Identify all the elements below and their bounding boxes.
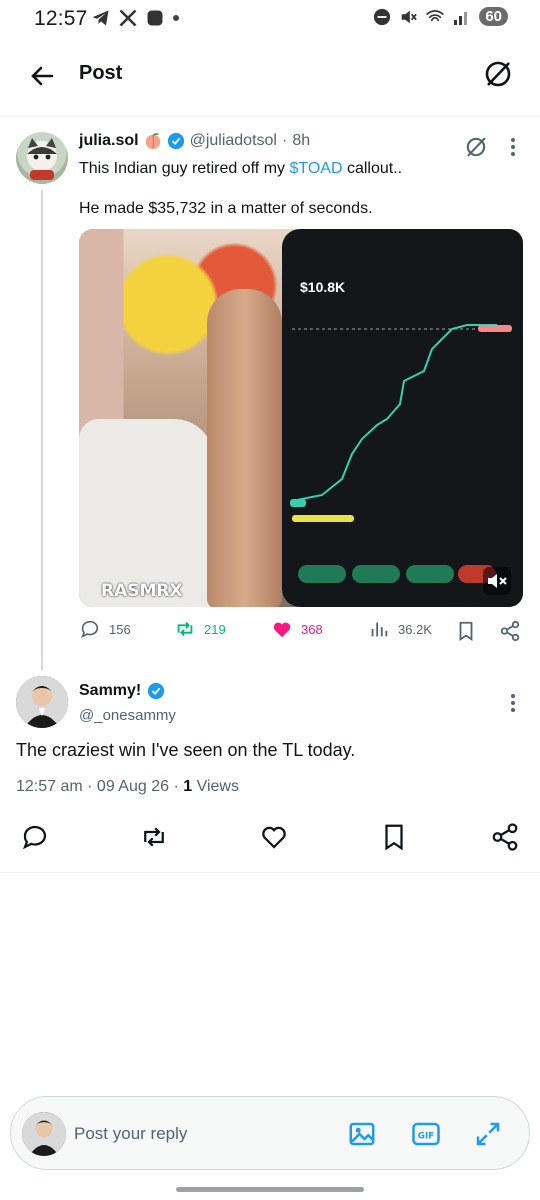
mute-status-icon — [402, 10, 418, 23]
avatar[interactable] — [16, 132, 68, 184]
more-options-icon[interactable] — [503, 134, 523, 160]
heart-icon[interactable] — [259, 822, 289, 852]
wifi-icon — [426, 9, 445, 21]
post-meta: 12:57 am · 09 Aug 26 · 1 Views — [16, 778, 239, 795]
svg-text:GIF: GIF — [418, 1131, 434, 1141]
top-bar: Post — [0, 46, 540, 102]
battery-indicator: 60 — [479, 7, 508, 26]
volume-mute-icon[interactable] — [483, 567, 511, 595]
finger — [207, 289, 282, 607]
post-text: The craziest win I've seen on the TL tod… — [16, 740, 356, 760]
post-text: This Indian guy retired off my $TOAD cal… — [79, 160, 403, 177]
reply-composer[interactable]: Post your reply GIF — [10, 1096, 530, 1170]
bookmark-icon[interactable] — [379, 822, 409, 852]
main-post-actions — [0, 822, 540, 854]
header-divider — [0, 116, 540, 117]
cashtag-link[interactable]: $TOAD — [289, 160, 342, 177]
post-divider — [0, 872, 540, 873]
avatar[interactable] — [16, 676, 68, 728]
views-action[interactable]: 36.2K — [368, 618, 432, 640]
post-actions: 156 219 368 36.2K — [79, 618, 523, 648]
status-bar: 12:57 60 — [0, 0, 540, 36]
x-logo-icon — [119, 9, 137, 27]
post-time: 8h — [292, 132, 311, 149]
share-icon[interactable] — [490, 822, 520, 852]
reply-icon[interactable] — [20, 822, 50, 852]
more-options-icon[interactable] — [503, 690, 523, 716]
reply-icon — [81, 620, 99, 639]
user-avatar-icon — [22, 1112, 66, 1156]
home-indicator[interactable] — [176, 1187, 364, 1192]
author-name[interactable]: Sammy! — [79, 682, 141, 700]
dnd-icon — [374, 8, 391, 25]
person-shirt — [79, 419, 214, 607]
video-watermark: RASMRX — [101, 581, 183, 601]
repost-icon — [177, 621, 193, 637]
verified-badge-icon — [167, 132, 184, 150]
phone-value: $10.8K — [300, 279, 346, 295]
analytics-icon — [371, 622, 388, 637]
post-text-line-2: He made $35,732 in a matter of seconds. — [79, 200, 373, 217]
page-title: Post — [79, 62, 123, 84]
gif-icon[interactable]: GIF — [411, 1119, 441, 1149]
thread-line — [41, 190, 43, 670]
peach-emoji-icon — [145, 133, 160, 150]
reply-input[interactable]: Post your reply — [74, 1124, 187, 1144]
post-video[interactable]: $10.8K RASMRX — [79, 229, 523, 607]
reply-action[interactable]: 156 — [79, 618, 131, 640]
author-handle[interactable]: @juliadotsol — [190, 132, 277, 150]
like-action[interactable]: 368 — [271, 618, 323, 640]
avatar — [22, 1112, 66, 1156]
dot-icon — [173, 15, 179, 21]
heart-filled-icon — [273, 622, 291, 638]
author-name[interactable]: julia.sol — [79, 132, 139, 150]
image-icon[interactable] — [347, 1119, 377, 1149]
grok-icon[interactable] — [463, 134, 489, 160]
status-time: 12:57 — [34, 7, 88, 30]
phone-screen: $10.8K — [282, 229, 523, 607]
verified-badge-icon — [148, 682, 165, 700]
bookmark-icon[interactable] — [455, 620, 477, 642]
cat-avatar-icon — [27, 138, 57, 180]
back-arrow-icon[interactable] — [26, 60, 58, 92]
share-icon[interactable] — [499, 620, 521, 642]
separator-dot: · — [281, 132, 288, 149]
views-count[interactable]: 1 — [183, 778, 192, 795]
app-notification-icon — [147, 10, 163, 26]
user-avatar-icon — [16, 676, 68, 728]
expand-icon[interactable] — [473, 1119, 503, 1149]
author-handle[interactable]: @_onesammy — [79, 707, 176, 724]
grok-icon[interactable] — [482, 58, 514, 90]
signal-icon — [454, 11, 468, 25]
telegram-icon — [92, 10, 109, 26]
repost-action[interactable]: 219 — [174, 618, 226, 640]
repost-icon[interactable] — [139, 822, 169, 852]
